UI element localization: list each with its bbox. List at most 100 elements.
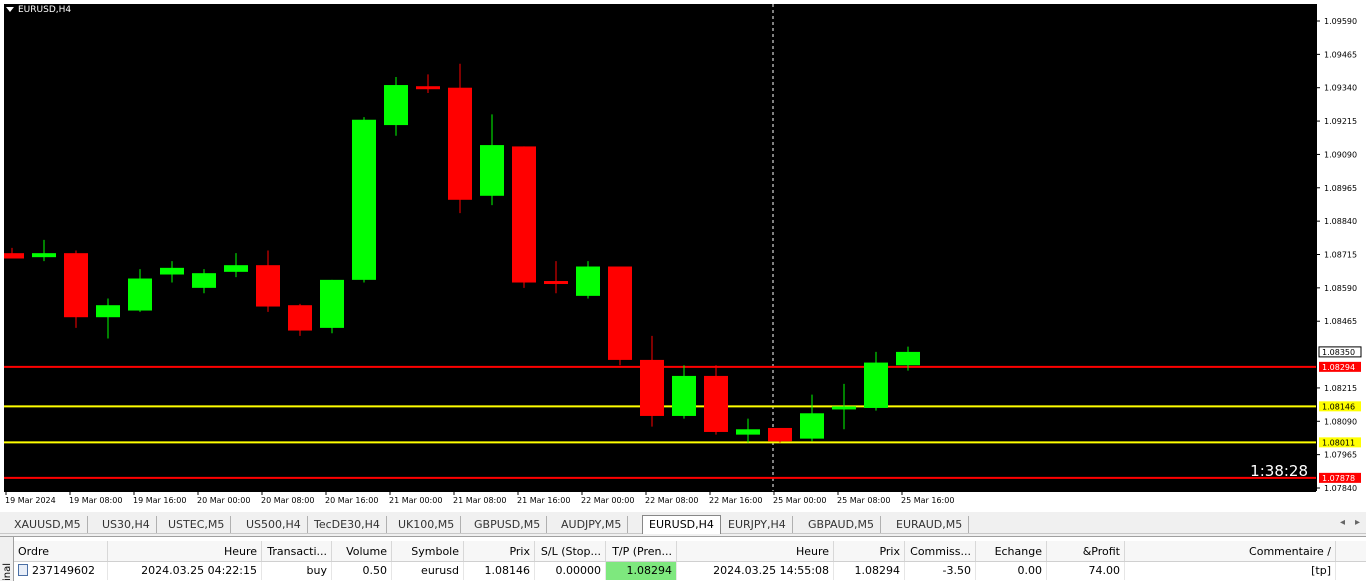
tab-tecde30-h4[interactable]: TecDE30,H4: [308, 516, 387, 533]
candle: [384, 77, 408, 136]
candle: [704, 365, 728, 435]
column-header-symbole[interactable]: Symbole: [392, 541, 464, 561]
table-row[interactable]: 237149602 2024.03.25 04:22:15 buy 0.50 eurus…: [14, 562, 1366, 580]
cell-heure: 2024.03.25 04:22:15: [108, 562, 262, 580]
candle-body: [352, 119, 376, 280]
candle: [608, 266, 632, 366]
tab-gbpusd-m5[interactable]: GBPUSD,M5: [468, 516, 548, 533]
candle: [96, 298, 120, 339]
terminal-side-label: inal: [2, 562, 13, 581]
chart-canvas[interactable]: [4, 4, 1316, 491]
column-header-heure[interactable]: Heure: [108, 541, 262, 561]
column-header-type[interactable]: Transacti...: [262, 541, 332, 561]
column-header-volume[interactable]: Volume: [332, 541, 392, 561]
candle: [192, 269, 216, 294]
tab-euraud-m5[interactable]: EURAUD,M5: [890, 516, 970, 533]
column-header-commission[interactable]: Commiss...: [905, 541, 976, 561]
candle: [768, 427, 792, 443]
candle: [576, 261, 600, 299]
tab-gbpaud-m5[interactable]: GBPAUD,M5: [802, 516, 882, 533]
cell-type: buy: [262, 562, 332, 580]
candle-body: [608, 266, 632, 360]
column-header-tp[interactable]: T/P (Pren...: [606, 541, 677, 561]
candle-body: [576, 266, 600, 296]
candle: [832, 383, 856, 430]
column-header-prix[interactable]: Prix: [464, 541, 535, 561]
candle-body: [704, 375, 728, 432]
candle: [448, 63, 472, 214]
candle: [224, 253, 248, 278]
cell-prix: 1.08146: [464, 562, 535, 580]
cell-sl: 0.00000: [535, 562, 606, 580]
candle: [480, 114, 504, 206]
candle: [672, 365, 696, 419]
candle-body: [672, 375, 696, 416]
candle: [416, 74, 440, 94]
candle-body: [864, 362, 888, 408]
tab-xauusd-m5[interactable]: XAUUSD,M5: [8, 516, 88, 533]
candle-body: [64, 253, 88, 318]
candle: [256, 250, 280, 312]
candle-body: [128, 278, 152, 311]
cell-volume: 0.50: [332, 562, 392, 580]
cell-symbole: eurusd: [392, 562, 464, 580]
chart-tabs-bar: XAUUSD,M5 US30,H4 USTEC,M5 US500,H4 TecDE30,…: [0, 514, 1366, 534]
candle-body: [448, 87, 472, 200]
time-axis[interactable]: [4, 491, 1316, 512]
candle: [864, 351, 888, 411]
candle: [320, 279, 344, 334]
candle-body: [800, 413, 824, 439]
history-table-header: Ordre Heure Transacti... Volume Symbole Prix S…: [14, 541, 1366, 562]
tab-audjpy-m5[interactable]: AUDJPY,M5: [555, 516, 629, 533]
cell-tp: 1.08294: [606, 562, 677, 580]
tab-us30-h4[interactable]: US30,H4: [96, 516, 157, 533]
candle-body: [96, 305, 120, 318]
candle: [32, 239, 56, 262]
terminal-side-tab[interactable]: inal: [0, 537, 14, 581]
candlestick-plot: [4, 4, 1316, 491]
price-axis[interactable]: [1316, 4, 1366, 491]
column-header-heure2[interactable]: Heure: [677, 541, 834, 561]
candle-body: [480, 145, 504, 196]
candle: [160, 261, 184, 283]
candle-body: [384, 85, 408, 126]
tab-scroll-controls[interactable]: ◂ ▸: [1330, 517, 1360, 528]
candle: [288, 303, 312, 336]
scroll-right-icon[interactable]: ▸: [1355, 517, 1360, 528]
candle-body: [768, 427, 792, 442]
chart-symbol-label[interactable]: EURUSD,H4: [6, 5, 71, 15]
tab-eurusd-h4[interactable]: EURUSD,H4: [642, 515, 721, 534]
cell-echange: 0.00: [976, 562, 1047, 580]
candle-body: [192, 273, 216, 288]
candle-body: [416, 86, 440, 90]
candle-body: [224, 265, 248, 272]
tab-uk100-m5[interactable]: UK100,M5: [392, 516, 462, 533]
column-header-ordre[interactable]: Ordre: [14, 541, 108, 561]
cell-heure2: 2024.03.25 14:55:08: [677, 562, 834, 580]
candle-body: [256, 265, 280, 307]
dropdown-triangle-icon[interactable]: [6, 7, 14, 12]
column-header-commentaire[interactable]: Commentaire /: [1125, 541, 1336, 561]
candle: [64, 250, 88, 328]
order-document-icon: [18, 564, 28, 576]
tab-us500-h4[interactable]: US500,H4: [240, 516, 308, 533]
candle-body: [160, 267, 184, 275]
candle-body: [736, 429, 760, 435]
tab-ustec-m5[interactable]: USTEC,M5: [162, 516, 232, 533]
candle-body: [320, 279, 344, 328]
candle: [128, 269, 152, 312]
cell-prix2: 1.08294: [834, 562, 905, 580]
scroll-left-icon[interactable]: ◂: [1340, 517, 1345, 528]
candle-body: [640, 359, 664, 416]
cell-profit: 74.00: [1047, 562, 1125, 580]
cell-ordre: 237149602: [14, 562, 108, 580]
candle: [736, 418, 760, 443]
column-header-echange[interactable]: Echange: [976, 541, 1047, 561]
column-header-sl[interactable]: S/L (Stop...: [535, 541, 606, 561]
candle: [544, 261, 568, 294]
chart-window[interactable]: EURUSD,H4 1:38:28 1.09590 1.09465 1.09340 1…: [0, 0, 1366, 512]
column-header-prix2[interactable]: Prix: [834, 541, 905, 561]
candle: [352, 117, 376, 283]
tab-eurjpy-h4[interactable]: EURJPY,H4: [722, 516, 793, 533]
column-header-profit[interactable]: &Profit: [1047, 541, 1125, 561]
